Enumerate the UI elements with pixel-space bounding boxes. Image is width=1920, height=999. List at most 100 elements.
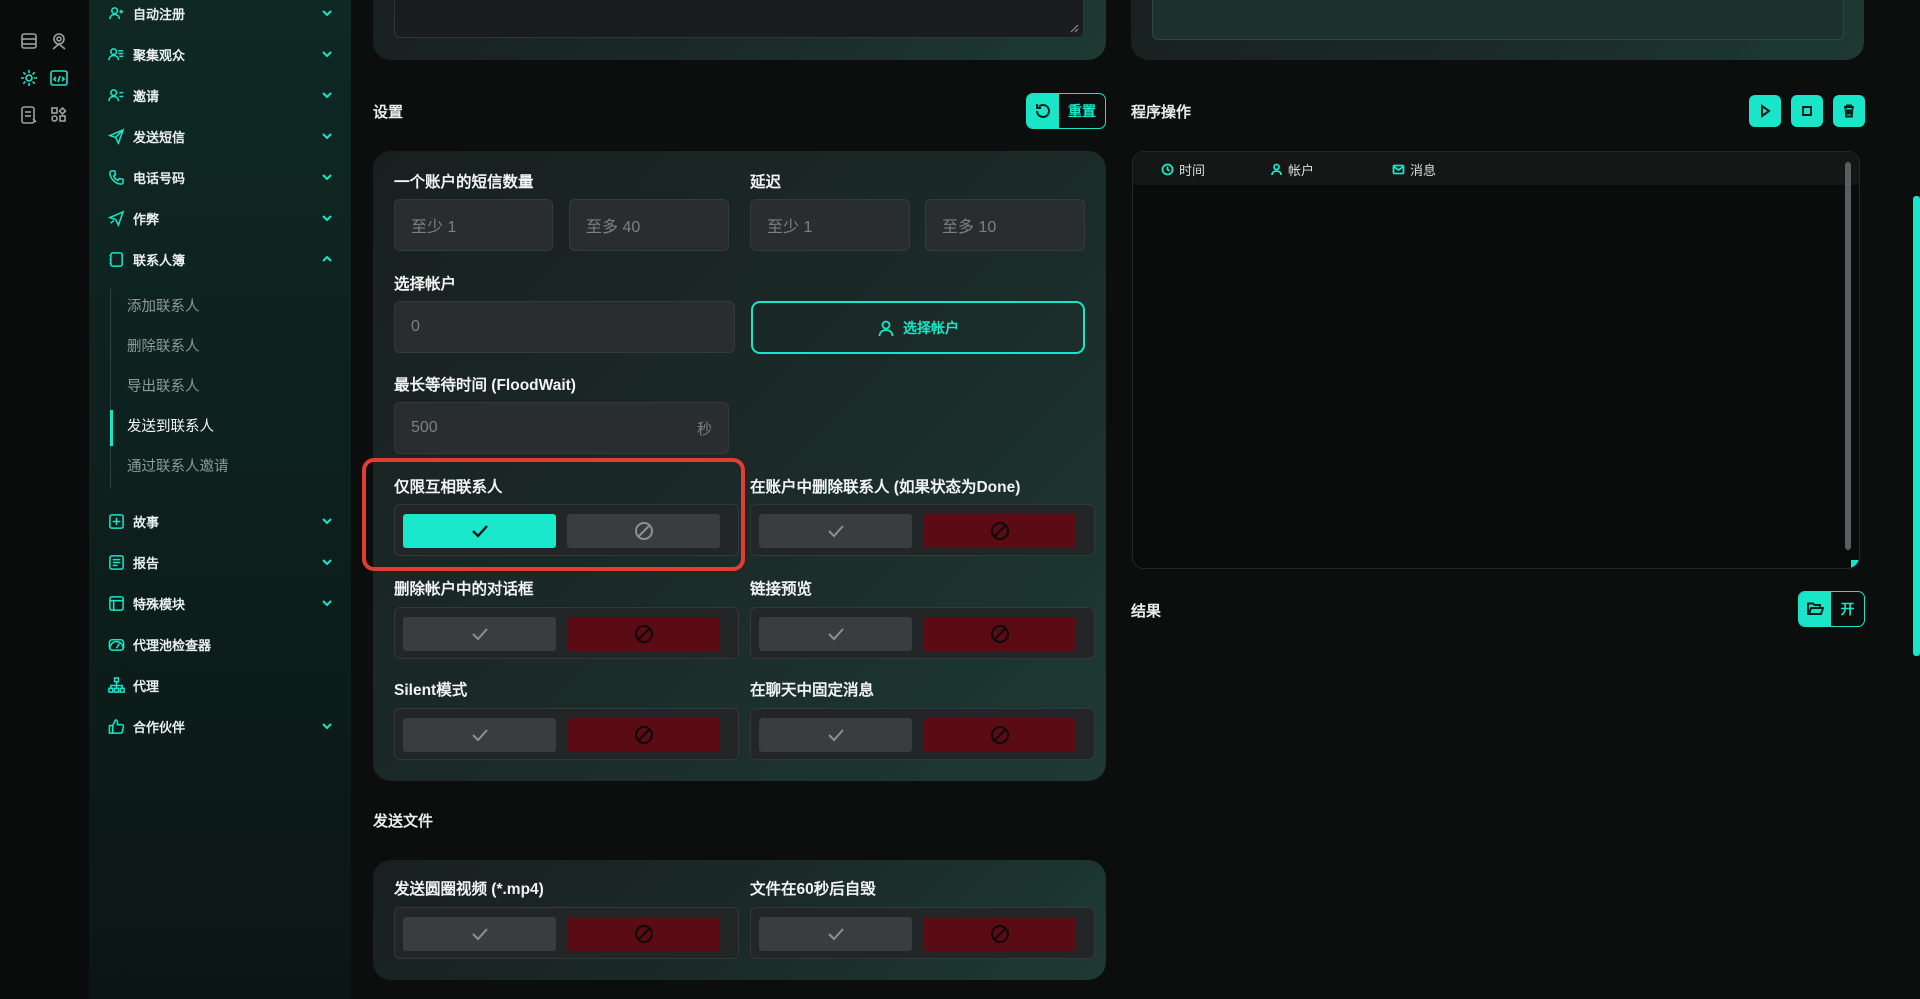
sms-max-input[interactable]: 至多 40: [569, 199, 729, 251]
ban-icon: [634, 925, 653, 943]
list-icon[interactable]: [18, 104, 40, 126]
sidebar-item-proxy-checker[interactable]: 代理池检查器: [107, 627, 335, 661]
delete-dialogs-on-button[interactable]: [403, 617, 556, 651]
reset-label: 重置: [1068, 103, 1096, 119]
delete-dialogs-off-button[interactable]: [567, 617, 720, 651]
pin-message-label: 在聊天中固定消息: [750, 682, 875, 699]
user-icon: [1271, 163, 1282, 176]
message-panel: [373, 0, 1106, 60]
floodwait-input[interactable]: 500 秒: [394, 402, 729, 454]
link-preview-off-button[interactable]: [923, 617, 1076, 651]
resize-handle-icon[interactable]: [1069, 23, 1079, 33]
sidebar: 自动注册 聚集观众 邀请 发送短信 电话号码 作弊 联系人簿 添加联系人 删除联…: [89, 0, 351, 999]
sub-item-add-contacts[interactable]: 添加联系人: [127, 292, 200, 322]
sidebar-item-auto-register[interactable]: 自动注册: [107, 0, 335, 30]
code-window-icon[interactable]: [48, 67, 70, 89]
account-count-input[interactable]: 0: [394, 301, 735, 353]
sidebar-item-proxy[interactable]: 代理: [107, 668, 335, 702]
select-account-label: 选择帐户: [394, 276, 457, 293]
sidebar-item-cheat[interactable]: 作弊: [107, 201, 335, 235]
ban-icon: [990, 925, 1009, 943]
self-destruct-on-button[interactable]: [759, 917, 912, 951]
check-icon: [471, 729, 488, 742]
clear-log-button[interactable]: [1833, 95, 1865, 127]
check-icon: [827, 928, 844, 941]
stop-button[interactable]: [1791, 95, 1823, 127]
sidebar-item-send-sms[interactable]: 发送短信: [107, 119, 335, 153]
check-icon: [471, 525, 488, 538]
sub-item-delete-contacts[interactable]: 删除联系人: [127, 332, 200, 362]
thumbs-up-icon: [107, 717, 125, 735]
sidebar-item-gather-audience[interactable]: 聚集观众: [107, 37, 335, 71]
delete-contacts-off-button[interactable]: [923, 514, 1076, 548]
log-column-account-label: 帐户: [1288, 163, 1315, 178]
program-log: 时间 帐户 消息: [1132, 151, 1860, 569]
reset-button[interactable]: 重置: [1026, 93, 1106, 129]
check-icon: [827, 525, 844, 538]
select-account-button[interactable]: 选择帐户: [751, 301, 1085, 354]
round-video-on-button[interactable]: [403, 917, 556, 951]
send-cheat-icon: [107, 209, 125, 227]
mutual-only-on-button[interactable]: [403, 514, 556, 548]
round-video-toggle: [394, 907, 739, 959]
self-destruct-off-button[interactable]: [923, 917, 1076, 951]
mutual-only-label: 仅限互相联系人: [394, 479, 503, 496]
chevron-down-icon: [319, 87, 335, 103]
report-icon: [107, 553, 125, 571]
check-icon: [471, 928, 488, 941]
delete-contacts-on-button[interactable]: [759, 514, 912, 548]
floodwait-unit: 秒: [696, 420, 712, 438]
sub-item-export-contacts[interactable]: 导出联系人: [127, 372, 200, 402]
delete-contacts-label: 在账户中删除联系人 (如果状态为Done): [750, 479, 1021, 496]
refresh-icon: [1027, 94, 1059, 128]
silent-mode-label: Silent模式: [394, 682, 468, 699]
mutual-only-off-button[interactable]: [567, 514, 720, 548]
log-column-account: 帐户: [1270, 160, 1314, 179]
sidebar-item-phone-numbers[interactable]: 电话号码: [107, 160, 335, 194]
sub-item-invite-via-contacts[interactable]: 通过联系人邀请: [127, 452, 229, 482]
sidebar-item-special-modules[interactable]: 特殊模块: [107, 586, 335, 620]
log-column-time: 时间: [1161, 160, 1205, 179]
delay-max-input[interactable]: 至多 10: [925, 199, 1085, 251]
results-title: 结果: [1131, 603, 1162, 620]
delete-dialogs-label: 删除帐户中的对话框: [394, 581, 534, 598]
sub-item-send-to-contacts[interactable]: 发送到联系人: [127, 412, 214, 442]
profile-icon[interactable]: [48, 30, 70, 52]
sidebar-item-invite[interactable]: 邀请: [107, 78, 335, 112]
database-icon[interactable]: [18, 30, 40, 52]
start-button[interactable]: [1749, 95, 1781, 127]
floodwait-label: 最长等待时间 (FloodWait): [394, 377, 576, 394]
page-scrollbar[interactable]: [1913, 196, 1920, 656]
sidebar-item-label: 电话号码: [133, 170, 186, 186]
ban-icon: [990, 522, 1009, 540]
sidebar-item-reports[interactable]: 报告: [107, 545, 335, 579]
chevron-down-icon: [319, 5, 335, 21]
log-resize-handle[interactable]: [1851, 560, 1859, 568]
round-video-off-button[interactable]: [567, 917, 720, 951]
sidebar-item-stories[interactable]: 故事: [107, 504, 335, 538]
widgets-icon[interactable]: [48, 104, 70, 126]
select-account-button-label: 选择帐户: [903, 319, 959, 336]
check-icon: [471, 628, 488, 641]
round-video-label: 发送圆圈视频 (*.mp4): [394, 881, 544, 898]
message-textarea[interactable]: [394, 0, 1084, 38]
clock-icon: [1161, 163, 1174, 176]
pin-message-off-button[interactable]: [923, 718, 1076, 752]
sidebar-item-partners[interactable]: 合作伙伴: [107, 709, 335, 743]
chevron-down-icon: [319, 513, 335, 529]
pin-message-on-button[interactable]: [759, 718, 912, 752]
silent-mode-on-button[interactable]: [403, 718, 556, 752]
user-group-icon: [107, 86, 125, 104]
gear-icon[interactable]: [18, 67, 40, 89]
delay-min-input[interactable]: 至少 1: [750, 199, 910, 251]
link-preview-toggle: [750, 607, 1095, 659]
users-icon: [107, 45, 125, 63]
silent-mode-off-button[interactable]: [567, 718, 720, 752]
sms-min-input[interactable]: 至少 1: [394, 199, 553, 251]
sidebar-item-label: 邀请: [133, 88, 160, 104]
mail-icon: [1392, 164, 1405, 175]
open-results-button[interactable]: 开: [1798, 591, 1865, 627]
sidebar-item-contacts-book[interactable]: 联系人簿: [107, 242, 335, 276]
log-scrollbar[interactable]: [1845, 162, 1851, 550]
link-preview-on-button[interactable]: [759, 617, 912, 651]
